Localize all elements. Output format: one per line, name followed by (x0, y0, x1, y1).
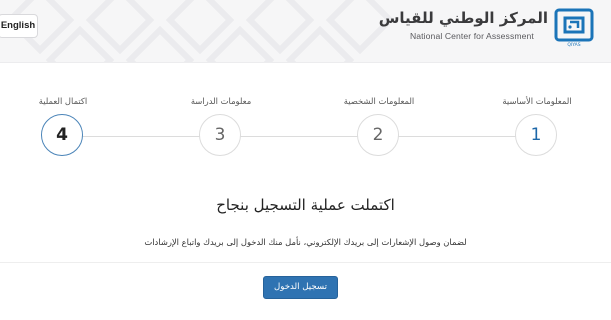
section-divider (0, 262, 611, 263)
step-number-circle: 4 (41, 114, 83, 156)
site-header: English المركز الوطني للقياس National Ce… (0, 0, 611, 63)
login-button[interactable]: تسجيل الدخول (263, 276, 338, 299)
step-study-info: معلومات الدراسة 3 (161, 96, 281, 166)
success-instructions: لضمان وصول الإشعارات إلى بريدك الإلكترون… (144, 237, 467, 247)
step-label: اكتمال العملية (38, 96, 88, 106)
step-completion: اكتمال العملية 4 (3, 96, 123, 166)
step-basic-info: المعلومات الأساسية 1 (477, 96, 597, 166)
qiyas-logo: QIYAS (554, 8, 594, 48)
step-label: معلومات الدراسة (190, 96, 252, 106)
success-title: اكتملت عملية التسجيل بنجاح (216, 196, 395, 214)
org-name-arabic: المركز الوطني للقياس (378, 9, 548, 27)
language-toggle-button[interactable]: English (0, 14, 38, 38)
registration-complete-page: English المركز الوطني للقياس National Ce… (0, 0, 611, 320)
step-number-circle: 3 (199, 114, 241, 156)
step-number-circle: 1 (515, 114, 557, 156)
step-number-circle: 2 (357, 114, 399, 156)
step-label: المعلومات الأساسية (502, 96, 572, 106)
org-name-english: National Center for Assessment (410, 31, 534, 41)
step-personal-info: المعلومات الشخصية 2 (319, 96, 439, 166)
step-label: المعلومات الشخصية (343, 96, 415, 106)
steps-progress-line (62, 136, 538, 137)
logo-caption: QIYAS (567, 42, 580, 48)
